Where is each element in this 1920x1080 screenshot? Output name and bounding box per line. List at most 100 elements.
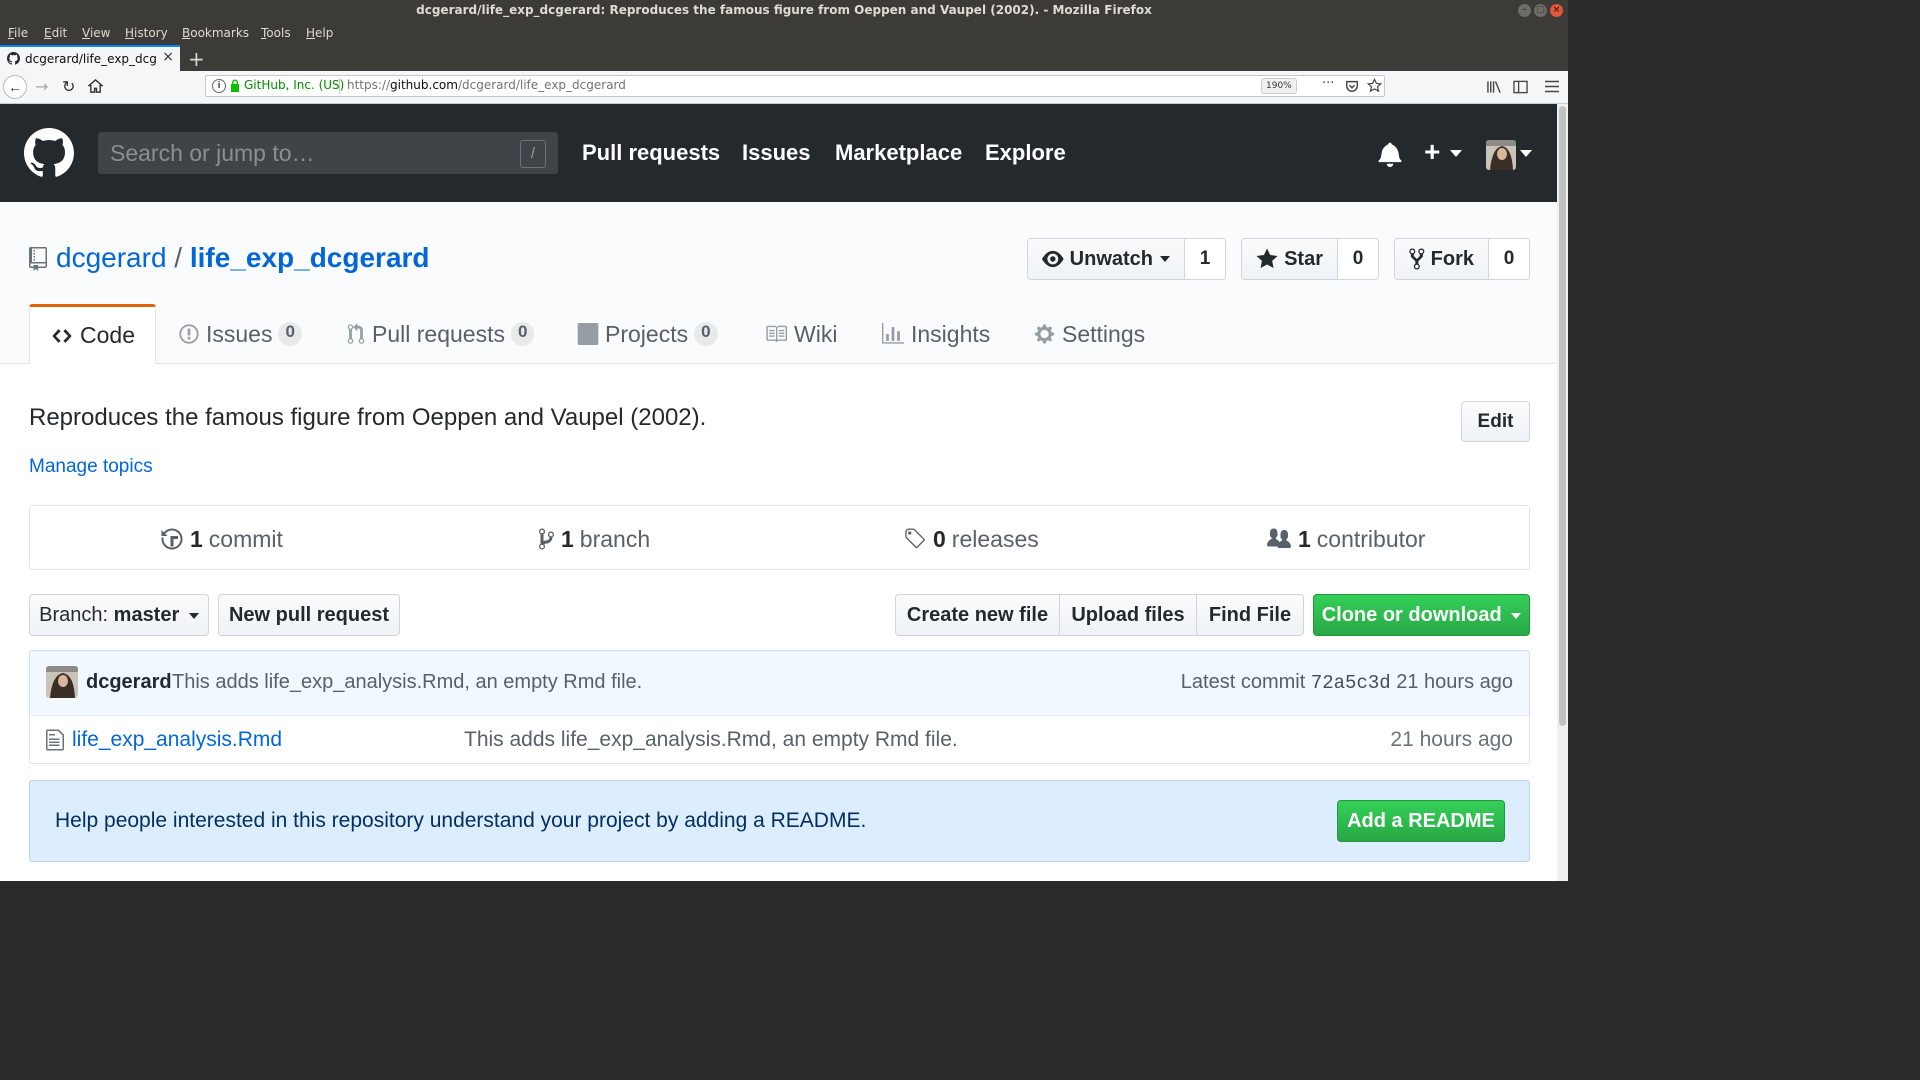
releases-label: releases — [951, 525, 1039, 552]
new-pull-request-button[interactable]: New pull request — [218, 594, 400, 636]
maximize-button[interactable]: □ — [1534, 4, 1547, 17]
page-actions-icon[interactable]: ··· — [1322, 76, 1334, 91]
bell-icon[interactable] — [1378, 141, 1402, 167]
star-group: Star 0 — [1241, 238, 1379, 280]
menu-file[interactable]: File — [8, 26, 28, 40]
branches-link[interactable]: 1 branch — [538, 524, 650, 554]
search-input[interactable] — [98, 132, 532, 174]
close-tab-icon[interactable]: × — [162, 49, 174, 65]
nav-explore[interactable]: Explore — [985, 140, 1066, 166]
tab-pull-requests-count: 0 — [510, 322, 535, 346]
readme-prompt: Help people interested in this repositor… — [29, 780, 1530, 862]
navigation-bar: ← → ↻ i GitHub, Inc. (US) https://github… — [0, 71, 1568, 104]
manage-topics-link[interactable]: Manage topics — [29, 456, 153, 478]
tab-settings[interactable]: Settings — [1033, 305, 1145, 363]
search-box: / — [98, 132, 558, 174]
commit-author[interactable]: dcgerard — [86, 671, 172, 694]
upload-files-button[interactable]: Upload files — [1059, 594, 1197, 636]
window-close-button[interactable]: × — [1550, 4, 1563, 17]
nav-marketplace[interactable]: Marketplace — [835, 140, 962, 166]
home-icon[interactable] — [88, 79, 103, 94]
menu-view[interactable]: View — [82, 26, 110, 40]
menu-help[interactable]: Help — [306, 26, 333, 40]
new-tab-button[interactable]: + — [188, 47, 205, 71]
find-file-button[interactable]: Find File — [1196, 594, 1304, 636]
reload-button[interactable]: ↻ — [62, 77, 75, 97]
pull-request-icon — [347, 323, 365, 344]
url-separator — [339, 78, 340, 94]
stargazers-count[interactable]: 0 — [1338, 239, 1378, 279]
menu-bookmarks[interactable]: Bookmarks — [182, 26, 249, 40]
contributors-link[interactable]: 1 contributor — [1266, 524, 1425, 554]
releases-link[interactable]: 0 releases — [903, 524, 1039, 554]
repo-name-link[interactable]: life_exp_dcgerard — [190, 242, 430, 273]
pocket-icon[interactable] — [1345, 79, 1359, 93]
hamburger-menu-icon[interactable] — [1545, 80, 1559, 93]
tab-issues-count: 0 — [278, 322, 302, 346]
forks-count[interactable]: 0 — [1489, 239, 1529, 279]
menu-tools[interactable]: Tools — [261, 26, 291, 40]
tab-issues[interactable]: Issues 0 — [178, 305, 302, 363]
repo-description: Reproduces the famous figure from Oeppen… — [29, 404, 707, 431]
project-icon — [577, 323, 599, 345]
scrollbar-thumb[interactable] — [1559, 106, 1566, 726]
url-text[interactable]: https://github.com/dcgerard/life_exp_dcg… — [347, 78, 626, 92]
repo-owner-link[interactable]: dcgerard — [56, 242, 167, 273]
browser-tab[interactable]: dcgerard/life_exp_dcgerard × — [0, 45, 180, 71]
edit-description-button[interactable]: Edit — [1461, 401, 1530, 442]
create-new-icon[interactable]: + — [1424, 136, 1440, 168]
latest-commit-info: Latest commit 72a5c3d 21 hours ago — [1181, 671, 1513, 694]
branch-name: master — [113, 604, 180, 626]
back-button[interactable]: ← — [3, 75, 27, 99]
tab-projects[interactable]: Projects 0 — [577, 305, 718, 363]
create-new-file-button[interactable]: Create new file — [895, 594, 1060, 636]
menu-edit[interactable]: Edit — [44, 26, 67, 40]
file-icon — [46, 729, 64, 751]
sidebar-icon[interactable] — [1513, 80, 1528, 94]
unwatch-label: Unwatch — [1069, 247, 1153, 270]
star-button[interactable]: Star — [1242, 239, 1338, 279]
create-new-caret-icon[interactable] — [1450, 150, 1462, 157]
github-logo-icon[interactable] — [24, 128, 74, 178]
file-name-link[interactable]: life_exp_analysis.Rmd — [72, 728, 282, 752]
nav-pull-requests[interactable]: Pull requests — [582, 140, 720, 166]
file-commit-message[interactable]: This adds life_exp_analysis.Rmd, an empt… — [464, 728, 958, 752]
tab-pull-requests[interactable]: Pull requests 0 — [346, 305, 535, 363]
graph-icon — [882, 323, 904, 344]
page-scrollbar[interactable] — [1557, 104, 1568, 881]
site-identity[interactable]: GitHub, Inc. (US) — [244, 78, 344, 92]
library-icon[interactable] — [1487, 80, 1502, 94]
commit-sha-link[interactable]: 72a5c3d — [1311, 672, 1391, 694]
history-icon — [161, 528, 183, 550]
user-avatar[interactable] — [1486, 140, 1516, 170]
bookmark-star-icon[interactable] — [1367, 78, 1382, 93]
tab-code[interactable]: Code — [29, 304, 156, 364]
forward-button[interactable]: → — [35, 77, 48, 97]
repo-title: dcgerard / life_exp_dcgerard — [56, 242, 430, 274]
repo-title-separator: / — [174, 242, 183, 273]
branch-select-button[interactable]: Branch: master — [29, 594, 209, 636]
minimize-button[interactable]: – — [1518, 4, 1531, 17]
tab-insights[interactable]: Insights — [881, 305, 990, 363]
contributors-label: contributor — [1316, 525, 1426, 552]
menu-history[interactable]: History — [125, 26, 168, 40]
add-readme-button[interactable]: Add a README — [1337, 800, 1505, 842]
zoom-indicator[interactable]: 190% — [1261, 78, 1297, 94]
github-header: / Pull requests Issues Marketplace Explo… — [0, 104, 1568, 202]
unwatch-button[interactable]: Unwatch — [1028, 239, 1185, 279]
commit-message[interactable]: This adds life_exp_analysis.Rmd, an empt… — [172, 671, 642, 694]
user-menu-caret-icon[interactable] — [1520, 150, 1532, 157]
nav-issues[interactable]: Issues — [742, 140, 811, 166]
tab-wiki[interactable]: Wiki — [764, 305, 837, 363]
fork-button[interactable]: Fork — [1395, 239, 1489, 279]
watchers-count[interactable]: 1 — [1185, 239, 1225, 279]
latest-commit-bar: dcgerard This adds life_exp_analysis.Rmd… — [29, 650, 1530, 716]
tab-insights-label: Insights — [911, 320, 991, 347]
window-titlebar: dcgerard/life_exp_dcgerard: Reproduces t… — [0, 0, 1568, 22]
clone-or-download-button[interactable]: Clone or download — [1313, 594, 1530, 636]
info-icon[interactable]: i — [212, 79, 226, 93]
url-bar[interactable]: i GitHub, Inc. (US) https://github.com/d… — [205, 75, 1385, 97]
commit-author-avatar[interactable] — [46, 666, 78, 698]
clone-caret-icon — [1511, 612, 1522, 619]
commits-link[interactable]: 1 commit — [160, 524, 283, 554]
